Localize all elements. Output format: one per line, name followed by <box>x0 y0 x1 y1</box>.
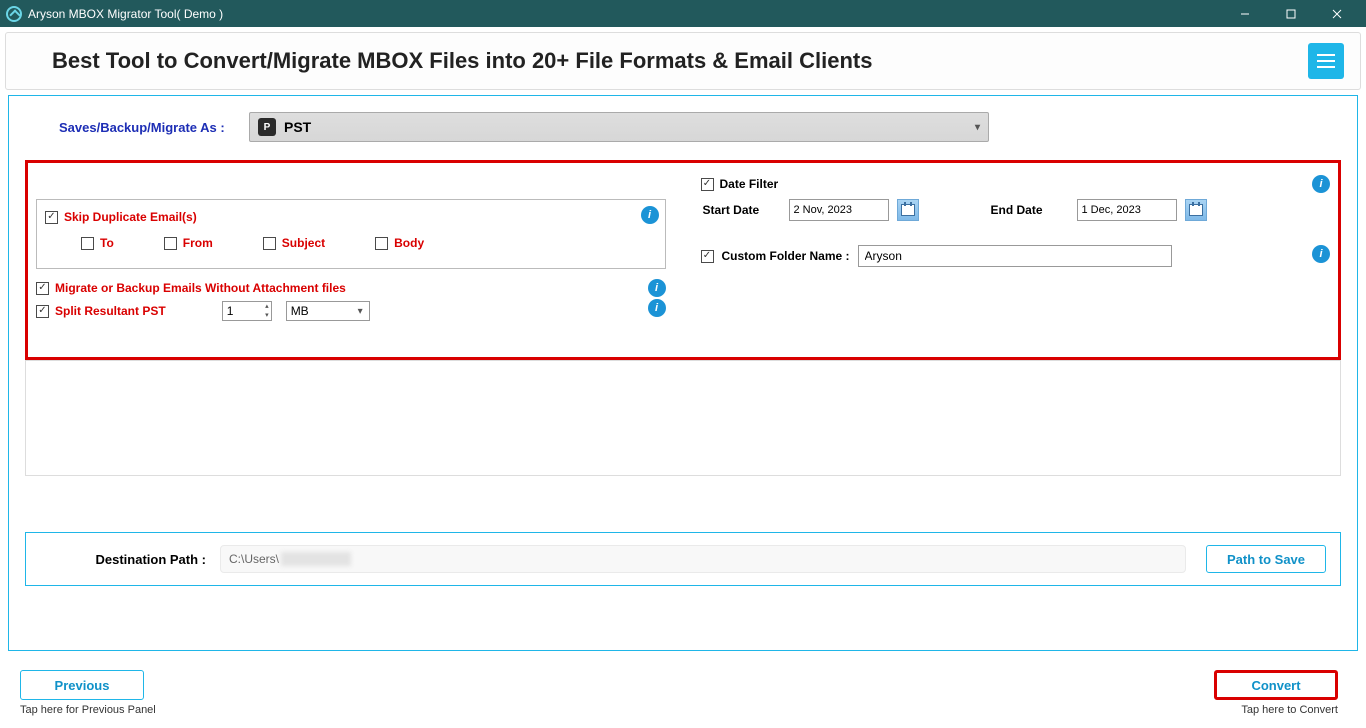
convert-button[interactable]: Convert <box>1214 670 1338 700</box>
split-size-spinner[interactable]: 1 <box>222 301 272 321</box>
previous-hint: Tap here for Previous Panel <box>20 704 156 716</box>
window-controls <box>1222 0 1360 27</box>
header-bar: Best Tool to Convert/Migrate MBOX Files … <box>5 32 1361 90</box>
destination-path-input[interactable]: C:\Users\ <box>220 545 1186 573</box>
options-right: Date Filter i Start Date 2 Nov, 2023 End… <box>693 163 1339 357</box>
start-date-calendar-button[interactable] <box>897 199 919 221</box>
titlebar: Aryson MBOX Migrator Tool( Demo ) <box>0 0 1366 27</box>
main-panel: Saves/Backup/Migrate As : P PST ▾ Skip D… <box>8 95 1358 651</box>
page-title: Best Tool to Convert/Migrate MBOX Files … <box>22 48 1308 74</box>
date-filter-label: Date Filter <box>720 177 779 191</box>
criteria-body[interactable]: Body <box>375 236 424 250</box>
split-pst-checkbox[interactable] <box>36 305 49 318</box>
app-logo-icon <box>6 6 22 22</box>
save-as-label: Saves/Backup/Migrate As : <box>59 120 249 135</box>
date-range-row: Start Date 2 Nov, 2023 End Date 1 Dec, 2… <box>701 199 1331 221</box>
skip-duplicate-checkbox-row: Skip Duplicate Email(s) <box>45 210 657 224</box>
window-title: Aryson MBOX Migrator Tool( Demo ) <box>28 7 223 21</box>
split-unit-dropdown[interactable]: MB <box>286 301 370 321</box>
chevron-down-icon: ▾ <box>975 122 980 133</box>
start-date-input[interactable]: 2 Nov, 2023 <box>789 199 889 221</box>
criteria-from[interactable]: From <box>164 236 213 250</box>
redacted-path <box>281 552 351 566</box>
without-attachments-checkbox[interactable] <box>36 282 49 295</box>
split-pst-label: Split Resultant PST <box>55 304 166 318</box>
custom-folder-checkbox[interactable] <box>701 250 714 263</box>
destination-label: Destination Path : <box>40 552 220 567</box>
close-button[interactable] <box>1314 0 1360 27</box>
footer: Previous Tap here for Previous Panel Con… <box>0 666 1366 728</box>
calendar-icon <box>901 204 915 216</box>
custom-folder-input[interactable] <box>858 245 1172 267</box>
criteria-subject[interactable]: Subject <box>263 236 325 250</box>
info-icon[interactable]: i <box>648 299 666 317</box>
save-as-value: PST <box>284 119 311 135</box>
skip-duplicate-label: Skip Duplicate Email(s) <box>64 210 197 224</box>
end-date-label: End Date <box>991 203 1071 217</box>
skip-duplicate-criteria: To From Subject Body <box>45 224 657 250</box>
options-spacer <box>25 360 1341 476</box>
end-date-calendar-button[interactable] <box>1185 199 1207 221</box>
options-highlight-box: Skip Duplicate Email(s) i To From Subjec… <box>25 160 1341 360</box>
info-icon[interactable]: i <box>641 206 659 224</box>
calendar-icon <box>1189 204 1203 216</box>
save-as-row: Saves/Backup/Migrate As : P PST ▾ <box>19 106 1347 160</box>
split-pst-row: Split Resultant PST 1 MB i <box>36 301 666 321</box>
destination-bar: Destination Path : C:\Users\ Path to Sav… <box>25 532 1341 586</box>
skip-duplicate-group: Skip Duplicate Email(s) i To From Subjec… <box>36 199 666 269</box>
info-icon[interactable]: i <box>648 279 666 297</box>
previous-button[interactable]: Previous <box>20 670 144 700</box>
without-attachments-label: Migrate or Backup Emails Without Attachm… <box>55 281 346 295</box>
custom-folder-row: Custom Folder Name : i <box>701 245 1331 267</box>
convert-hint: Tap here to Convert <box>1214 704 1338 716</box>
path-to-save-button[interactable]: Path to Save <box>1206 545 1326 573</box>
options-left: Skip Duplicate Email(s) i To From Subjec… <box>28 163 675 357</box>
date-filter-checkbox[interactable] <box>701 178 714 191</box>
without-attachments-row: Migrate or Backup Emails Without Attachm… <box>36 281 666 295</box>
custom-folder-label: Custom Folder Name : <box>722 249 850 263</box>
menu-button[interactable] <box>1308 43 1344 79</box>
skip-duplicate-checkbox[interactable] <box>45 211 58 224</box>
start-date-label: Start Date <box>703 203 783 217</box>
pst-format-icon: P <box>258 118 276 136</box>
maximize-button[interactable] <box>1268 0 1314 27</box>
save-as-dropdown[interactable]: P PST ▾ <box>249 112 989 142</box>
criteria-to[interactable]: To <box>81 236 114 250</box>
info-icon[interactable]: i <box>1312 245 1330 263</box>
end-date-input[interactable]: 1 Dec, 2023 <box>1077 199 1177 221</box>
date-filter-row: Date Filter i <box>701 177 1331 191</box>
minimize-button[interactable] <box>1222 0 1268 27</box>
info-icon[interactable]: i <box>1312 175 1330 193</box>
